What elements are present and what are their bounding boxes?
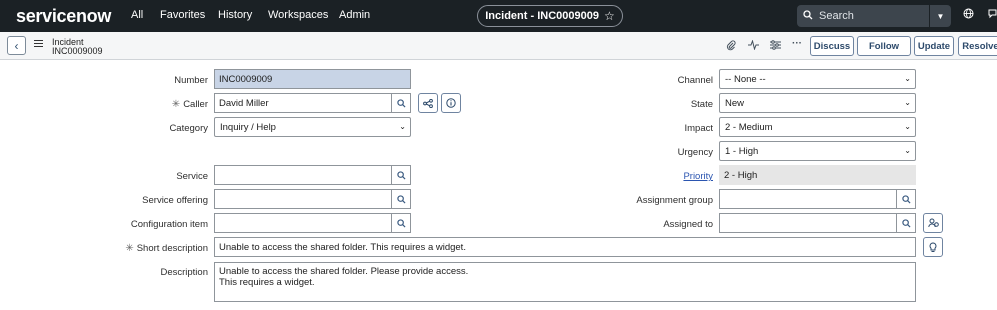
favorite-star-icon[interactable]: ☆ (604, 9, 615, 23)
service-offering-field[interactable] (214, 189, 392, 209)
back-button[interactable]: ‹ (7, 36, 26, 55)
configuration-item-lookup-search-icon[interactable] (391, 213, 411, 233)
configuration-item-label: Configuration item (130, 219, 208, 230)
required-icon: ✳ (125, 243, 134, 254)
caller-dependencies-icon[interactable] (418, 93, 438, 113)
channel-select[interactable]: -- None -- ⌄ (719, 69, 916, 89)
nav-favorites[interactable]: Favorites (160, 9, 205, 21)
state-value: New (725, 98, 745, 109)
attachment-icon[interactable] (726, 40, 736, 54)
resolve-button[interactable]: Resolve (958, 36, 997, 56)
service-field[interactable] (214, 165, 392, 185)
more-options-icon[interactable]: ··· (792, 38, 802, 49)
required-icon: ✳ (171, 99, 181, 110)
nav-all[interactable]: All (131, 9, 143, 21)
category-select[interactable]: Inquiry / Help ⌄ (214, 117, 411, 137)
impact-select[interactable]: 2 - Medium ⌄ (719, 117, 916, 137)
caller-field[interactable]: David Miller (214, 93, 392, 113)
chevron-down-icon: ⌄ (399, 122, 406, 131)
caller-info-icon[interactable] (441, 93, 461, 113)
chat-icon[interactable] (988, 8, 997, 22)
global-search[interactable]: Search ▼ (797, 5, 951, 27)
chevron-down-icon: ⌄ (904, 98, 911, 107)
assignment-group-label: Assignment group (636, 195, 713, 206)
activity-icon[interactable] (748, 39, 759, 53)
search-icon (797, 9, 819, 23)
number-label: Number (174, 75, 208, 86)
follow-button[interactable]: Follow (857, 36, 911, 56)
discuss-button[interactable]: Discuss (810, 36, 854, 56)
description-label: Description (160, 267, 208, 278)
search-scope-dropdown[interactable]: ▼ (929, 5, 951, 27)
search-input[interactable]: Search (819, 10, 929, 22)
caller-lookup-search-icon[interactable] (391, 93, 411, 113)
nav-admin[interactable]: Admin (339, 9, 370, 21)
chevron-down-icon: ⌄ (904, 74, 911, 83)
priority-link[interactable]: Priority (683, 171, 713, 182)
assigned-to-field[interactable] (719, 213, 897, 233)
personalize-form-icon[interactable] (770, 40, 781, 53)
channel-label: Channel (677, 75, 713, 86)
impact-label: Impact (684, 123, 713, 134)
form-header: ‹ Incident INC0009009 ··· Discuss Follow… (0, 32, 997, 60)
urgency-value: 1 - High (725, 146, 759, 157)
service-offering-lookup-search-icon[interactable] (391, 189, 411, 209)
chevron-down-icon: ⌄ (904, 146, 911, 155)
priority-field: 2 - High (719, 165, 916, 185)
top-navigation-bar: servicenow All Favorites History Workspa… (0, 0, 997, 32)
description-line-2: This requires a widget. (219, 277, 315, 288)
nav-workspaces[interactable]: Workspaces (268, 9, 328, 21)
category-value: Inquiry / Help (220, 122, 276, 133)
chevron-down-icon: ⌄ (904, 122, 911, 131)
update-button[interactable]: Update (914, 36, 954, 56)
suggestion-lightbulb-icon[interactable] (923, 237, 943, 257)
assignment-group-lookup-search-icon[interactable] (896, 189, 916, 209)
service-label: Service (176, 171, 208, 182)
assign-to-me-icon[interactable] (923, 213, 943, 233)
channel-value: -- None -- (725, 74, 766, 85)
state-label: State (690, 99, 713, 110)
category-label: Category (169, 123, 208, 134)
short-description-label: ✳ Short description (125, 243, 208, 254)
description-line-1: Unable to access the shared folder. Plea… (219, 266, 469, 277)
configuration-item-field[interactable] (214, 213, 392, 233)
assigned-to-label: Assigned to (663, 219, 713, 230)
nav-history[interactable]: History (218, 9, 252, 21)
globe-icon[interactable] (963, 8, 974, 22)
short-description-field[interactable]: Unable to access the shared folder. This… (214, 237, 916, 257)
caller-label: ✳ Caller (171, 99, 208, 110)
number-field: INC0009009 (214, 69, 411, 89)
service-lookup-search-icon[interactable] (391, 165, 411, 185)
context-menu-icon[interactable] (34, 40, 43, 47)
state-select[interactable]: New ⌄ (719, 93, 916, 113)
record-context-pill[interactable]: Incident - INC0009009 ☆ (477, 5, 623, 27)
assignment-group-field[interactable] (719, 189, 897, 209)
impact-value: 2 - Medium (725, 122, 773, 133)
urgency-select[interactable]: 1 - High ⌄ (719, 141, 916, 161)
record-context-label: Incident - INC0009009 (485, 10, 599, 22)
urgency-label: Urgency (677, 147, 713, 158)
service-offering-label: Service offering (142, 195, 208, 206)
assigned-to-lookup-search-icon[interactable] (896, 213, 916, 233)
servicenow-logo[interactable]: servicenow (16, 6, 111, 27)
description-textarea[interactable]: Unable to access the shared folder. Plea… (214, 262, 916, 302)
record-number-title: INC0009009 (52, 46, 103, 56)
